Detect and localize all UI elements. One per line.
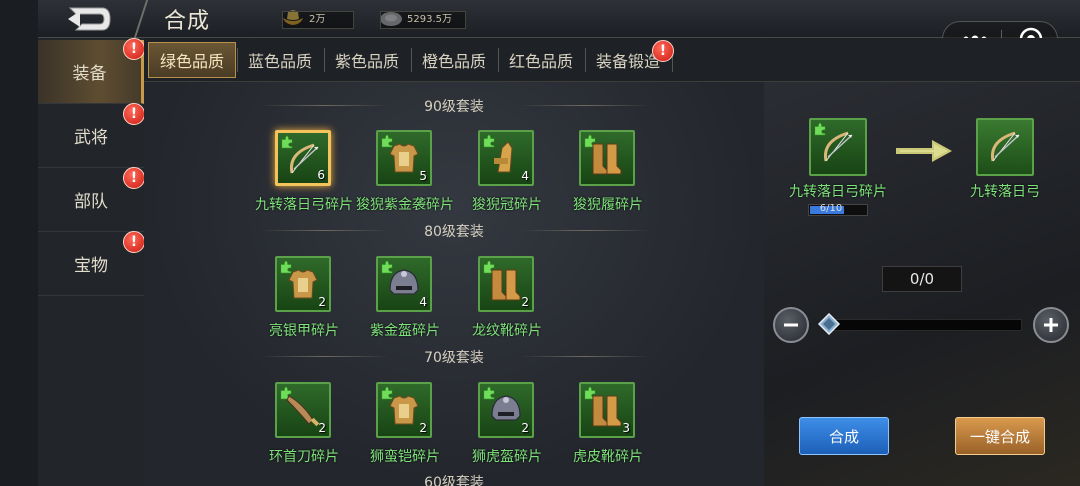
item-name: 狻猊紫金袭碎片 [356, 197, 454, 213]
item-name: 环首刀碎片 [269, 449, 339, 465]
section-divider [520, 356, 650, 357]
notification-badge: ! [123, 103, 145, 125]
fragment-slot[interactable]: 5 [376, 130, 432, 186]
tab-red-quality[interactable]: 红色品质 [497, 42, 585, 78]
tab-label: 绿色品质 [159, 52, 224, 71]
one-key-synthesize-button[interactable]: 一键合成 [955, 417, 1045, 455]
boots-icon [587, 138, 627, 178]
item-quantity: 2 [419, 421, 427, 435]
section-divider [260, 230, 390, 231]
tab-label: 蓝色品质 [247, 52, 312, 71]
boots-icon [587, 390, 627, 430]
sidebar-item-label: 装备 [72, 64, 107, 84]
tab-green-quality[interactable]: 绿色品质 [148, 42, 236, 78]
section-label: 80级套装 [424, 224, 484, 240]
sidebar-item-label: 武将 [74, 128, 108, 148]
plus-icon [1044, 318, 1058, 332]
notification-badge: ! [123, 231, 145, 253]
tab-orange-quality[interactable]: 橙色品质 [410, 42, 498, 78]
armor-icon [384, 390, 424, 430]
tab-label: 紫色品质 [334, 52, 399, 71]
fragment-slot[interactable]: 2 [478, 382, 534, 438]
section-divider [260, 105, 390, 106]
item-quantity: 4 [419, 295, 427, 309]
armor-icon [384, 138, 424, 178]
bow-icon [985, 127, 1025, 167]
back-arrow-icon [68, 7, 111, 31]
slider-handle[interactable] [818, 313, 840, 335]
fragment-slot[interactable]: 4 [478, 130, 534, 186]
fragment-slot[interactable] [579, 130, 635, 186]
quantity-slider[interactable] [824, 319, 1022, 331]
section-label: 90级套装 [424, 99, 484, 115]
section-divider [520, 230, 650, 231]
target-name: 九转落日弓 [970, 184, 1040, 200]
progress-text: 6/10 [819, 203, 843, 214]
tab-blue-quality[interactable]: 蓝色品质 [236, 42, 324, 78]
section-label: 60级套装 [424, 475, 484, 486]
silver-amount: 5293.5万 [380, 11, 466, 29]
synthesize-button[interactable]: 合成 [799, 417, 889, 455]
increase-button[interactable] [1033, 307, 1069, 343]
tab-label: 装备锻造 [595, 52, 660, 71]
armor-icon [283, 264, 323, 304]
item-name: 狻猊冠碎片 [472, 197, 542, 213]
source-name: 九转落日弓碎片 [789, 184, 887, 200]
item-name: 虎皮靴碎片 [573, 449, 643, 465]
item-name: 九转落日弓碎片 [255, 197, 353, 213]
bow-icon [818, 127, 858, 167]
tab-purple-quality[interactable]: 紫色品质 [323, 42, 411, 78]
notification-badge: ! [652, 40, 674, 62]
crown-icon [486, 138, 526, 178]
section-divider [520, 105, 650, 106]
item-name: 狮虎盔碎片 [472, 449, 542, 465]
fragment-slot[interactable]: 6 [275, 130, 331, 186]
fragment-progress-bar: 6/10 [808, 203, 868, 216]
boots-icon [486, 264, 526, 304]
item-quantity: 5 [419, 169, 427, 183]
notification-badge: ! [123, 167, 145, 189]
section-label: 70级套装 [424, 350, 484, 366]
source-fragment-slot[interactable] [809, 118, 867, 176]
sidebar-item-label: 宝物 [74, 256, 108, 276]
item-name: 龙纹靴碎片 [472, 323, 542, 339]
item-quantity: 4 [521, 169, 529, 183]
item-quantity: 2 [318, 295, 326, 309]
item-quantity: 6 [317, 168, 325, 182]
tab-label: 橙色品质 [421, 52, 486, 71]
back-button[interactable] [58, 2, 120, 36]
helmet-icon [384, 264, 424, 304]
fragment-slot[interactable]: 3 [579, 382, 635, 438]
minus-icon [784, 323, 798, 327]
helmet-icon [486, 390, 526, 430]
item-name: 亮银甲碎片 [269, 323, 339, 339]
fragment-slot[interactable]: 2 [275, 256, 331, 312]
section-divider [260, 356, 390, 357]
gold-amount: 2万 [282, 11, 354, 29]
fragment-grid-panel [144, 82, 764, 486]
sidebar-item-label: 部队 [74, 192, 108, 212]
item-quantity: 2 [521, 295, 529, 309]
item-quantity: 2 [521, 421, 529, 435]
fragment-slot[interactable]: 2 [478, 256, 534, 312]
item-name: 紫金盔碎片 [370, 323, 440, 339]
synthesis-count: 0/0 [882, 266, 962, 292]
decrease-button[interactable] [773, 307, 809, 343]
item-name: 狮蛮铠碎片 [370, 449, 440, 465]
notification-badge: ! [123, 38, 145, 60]
target-equipment-slot[interactable] [976, 118, 1034, 176]
page-title: 合成 [164, 9, 211, 34]
fragment-slot[interactable]: 2 [275, 382, 331, 438]
arrow-right-icon [896, 138, 954, 164]
item-quantity: 2 [318, 421, 326, 435]
item-quantity: 3 [622, 421, 630, 435]
blade-icon [283, 390, 323, 430]
fragment-slot[interactable]: 2 [376, 382, 432, 438]
fragment-slot[interactable]: 4 [376, 256, 432, 312]
item-name: 狻猊履碎片 [573, 197, 643, 213]
tab-label: 红色品质 [508, 52, 573, 71]
